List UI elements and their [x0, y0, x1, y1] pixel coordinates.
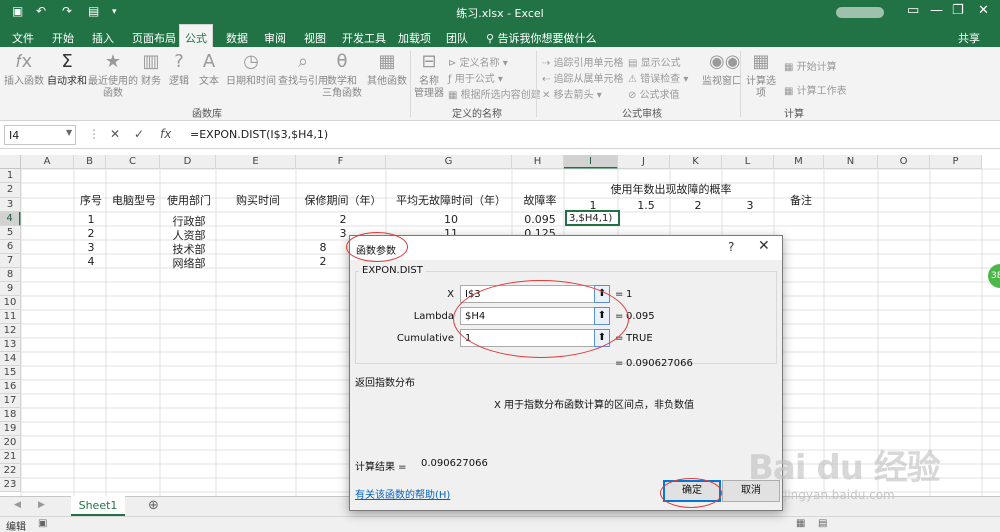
table-cell[interactable]: 2 — [298, 255, 348, 268]
table-cell[interactable]: 1 — [76, 213, 106, 226]
watermark-logo: Bai du 经验 — [748, 448, 941, 488]
header-warranty[interactable]: 保修期间（年） — [298, 192, 388, 208]
function-description: 返回指数分布 — [355, 378, 415, 389]
status-bar: 编辑 ▣ ▦ ▤ — [0, 516, 1000, 532]
table-cell[interactable]: 网络部 — [162, 255, 216, 271]
calc-result-value: 0.090627066 — [421, 458, 488, 469]
normal-view-icon[interactable]: ▦ — [796, 518, 805, 529]
page-layout-view-icon[interactable]: ▤ — [818, 518, 827, 529]
table-cell[interactable]: 4 — [76, 255, 106, 268]
function-arguments-dialog: 函数参数 ? ✕ EXPON.DIST X ⬆ = 1 Lambda ⬆ = 0… — [349, 235, 783, 511]
help-icon[interactable]: ? — [728, 240, 734, 254]
arg-x-label: X — [447, 289, 454, 300]
year-2[interactable]: 2 — [672, 199, 724, 212]
arg-cumulative-result: TRUE — [626, 333, 653, 344]
calc-result-label: 计算结果 = — [355, 462, 407, 473]
table-cell[interactable]: 2 — [76, 227, 106, 240]
arg-x-result: 1 — [626, 289, 633, 300]
table-cell[interactable]: 2 — [298, 213, 388, 226]
equals-sign: = — [615, 358, 624, 369]
function-name: EXPON.DIST — [359, 265, 426, 276]
header-seq[interactable]: 序号 — [76, 192, 106, 208]
sheet-tab-sheet1[interactable]: Sheet1 — [71, 496, 125, 516]
header-mtbf[interactable]: 平均无故障时间（年） — [388, 192, 514, 208]
header-note[interactable]: 备注 — [776, 192, 826, 208]
table-cell[interactable]: 10 — [388, 213, 514, 226]
annotation-oval — [453, 280, 629, 358]
header-prob[interactable]: 使用年数出现故障的概率 — [566, 181, 776, 197]
watermark-url: jingyan.baidu.com — [784, 488, 895, 502]
table-cell[interactable]: 0.095 — [514, 213, 566, 226]
sheet-next-icon[interactable]: ▶ — [38, 500, 45, 510]
add-sheet-icon[interactable]: ⊕ — [148, 498, 159, 513]
annotation-oval — [346, 232, 408, 262]
dialog-header: 函数参数 ? ✕ — [350, 236, 782, 260]
status-mode: 编辑 — [6, 522, 26, 532]
arg-lambda-label: Lambda — [413, 311, 454, 322]
function-result: 0.090627066 — [626, 358, 693, 369]
table-cell[interactable]: 8 — [298, 241, 348, 254]
header-dept[interactable]: 使用部门 — [162, 192, 216, 208]
arg-lambda-result: 0.095 — [626, 311, 655, 322]
header-rate[interactable]: 故障率 — [514, 192, 566, 208]
close-icon[interactable]: ✕ — [758, 238, 770, 254]
year-1-5[interactable]: 1.5 — [620, 199, 672, 212]
table-cell[interactable]: 3 — [76, 241, 106, 254]
annotation-oval — [660, 478, 722, 508]
argument-description: X 用于指数分布函数计算的区间点，非负数值 — [494, 400, 695, 411]
year-3[interactable]: 3 — [724, 199, 776, 212]
excel-window: ▣ ↶ ↷ ▤ ▾ 练习.xlsx - Excel ▭ — ❐ ✕ 文件 开始 … — [0, 0, 1000, 532]
header-buy[interactable]: 购买时间 — [218, 192, 298, 208]
sheet-prev-icon[interactable]: ◀ — [14, 500, 21, 510]
arg-cumulative-label: Cumulative — [396, 333, 454, 344]
active-cell-editor[interactable]: 3,$H4,1) — [565, 210, 620, 226]
macro-record-icon[interactable]: ▣ — [38, 518, 47, 529]
function-help-link[interactable]: 有关该函数的帮助(H) — [355, 486, 450, 501]
header-model[interactable]: 电脑型号 — [108, 192, 160, 208]
